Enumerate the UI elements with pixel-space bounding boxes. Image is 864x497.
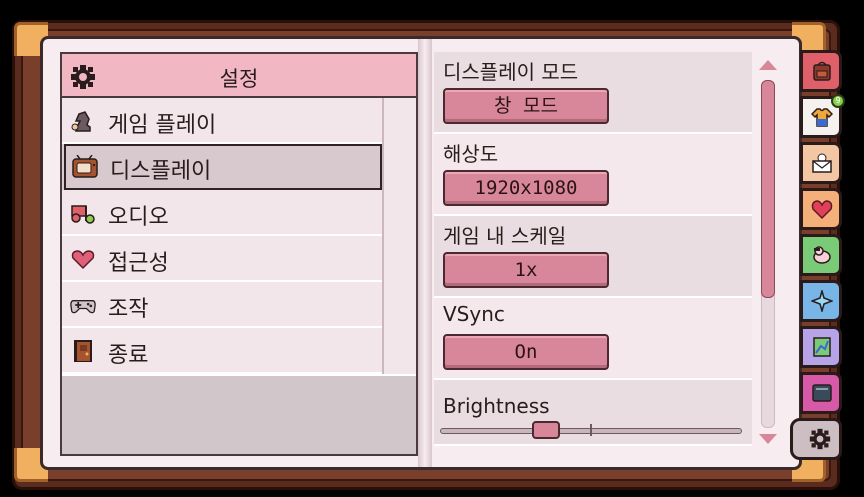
- tab-settings[interactable]: [790, 418, 842, 460]
- menu-item-gameplay[interactable]: 게임 플레이: [62, 98, 382, 144]
- setting-label: Brightness: [443, 394, 550, 418]
- menu-item-label: 접근성: [108, 251, 169, 276]
- heart-icon: [71, 250, 95, 270]
- menu-item-label: 디스플레이: [110, 159, 212, 184]
- setting-ingame-scale: 게임 내 스케일 1x: [434, 216, 752, 298]
- scroll-down-arrow-icon[interactable]: [759, 434, 777, 444]
- sparkle-icon: [811, 290, 833, 312]
- setting-vsync: VSync On: [434, 298, 752, 380]
- tab-mail[interactable]: [800, 142, 842, 184]
- tab-skills[interactable]: [800, 280, 842, 322]
- display-mode-button[interactable]: 창 모드: [443, 88, 609, 124]
- vsync-button[interactable]: On: [443, 334, 609, 370]
- menu-scroll-gutter: [382, 98, 416, 374]
- scroll-thumb[interactable]: [761, 80, 775, 298]
- menu-item-label: 게임 플레이: [108, 113, 217, 138]
- settings-menu: 설정 게임 플레이 디스플레이 오디오 접근성 조작 종료: [60, 52, 418, 456]
- journal-icon: [812, 384, 832, 402]
- setting-label: 해상도: [443, 142, 499, 166]
- tv-icon: [72, 155, 98, 178]
- setting-resolution: 해상도 1920x1080: [434, 134, 752, 216]
- chess-knight-icon: [71, 111, 91, 132]
- scroll-up-arrow-icon[interactable]: [759, 60, 777, 70]
- tab-journal[interactable]: [800, 372, 842, 414]
- ingame-scale-button[interactable]: 1x: [443, 252, 609, 288]
- menu-item-controls[interactable]: 조작: [62, 282, 382, 328]
- setting-label: 디스플레이 모드: [443, 60, 579, 84]
- brightness-slider-tick: [590, 424, 592, 436]
- tab-inventory[interactable]: [800, 50, 842, 92]
- menu-header: 설정: [62, 54, 416, 98]
- gear-icon: [809, 428, 831, 450]
- menu-item-label: 오디오: [108, 205, 169, 230]
- tab-relationships[interactable]: [800, 188, 842, 230]
- menu-item-audio[interactable]: 오디오: [62, 190, 382, 236]
- shirt-icon: [811, 108, 833, 127]
- menu-item-accessibility[interactable]: 접근성: [62, 236, 382, 282]
- heart-icon: [811, 200, 833, 220]
- tab-map[interactable]: [800, 326, 842, 368]
- envelope-icon: [812, 153, 832, 173]
- setting-brightness: Brightness: [434, 380, 752, 446]
- notification-badge: 9: [831, 94, 845, 108]
- menu-item-label: 조작: [108, 297, 149, 322]
- door-icon: [74, 340, 92, 362]
- book-spine: [418, 36, 432, 470]
- setting-label: VSync: [443, 302, 505, 326]
- bird-icon: [813, 246, 831, 264]
- tab-character[interactable]: 9: [800, 94, 845, 138]
- setting-display-mode: 디스플레이 모드 창 모드: [434, 52, 752, 134]
- menu-item-display[interactable]: 디스플레이: [64, 144, 382, 190]
- brightness-slider-thumb[interactable]: [531, 421, 560, 439]
- music-note-icon: [71, 205, 95, 224]
- resolution-button[interactable]: 1920x1080: [443, 170, 609, 206]
- setting-label: 게임 내 스케일: [443, 224, 567, 248]
- menu-item-label: 종료: [108, 343, 149, 368]
- settings-scrollbar[interactable]: [756, 56, 780, 446]
- menu-item-exit[interactable]: 종료: [62, 328, 382, 374]
- map-icon: [813, 337, 831, 357]
- menu-empty-area: [62, 374, 416, 454]
- backpack-icon: [813, 61, 831, 81]
- display-settings-panel: 디스플레이 모드 창 모드 해상도 1920x1080 게임 내 스케일 1x …: [434, 52, 752, 446]
- menu-title: 설정: [219, 67, 259, 91]
- gamepad-icon: [70, 300, 96, 314]
- tab-animals[interactable]: [800, 234, 842, 276]
